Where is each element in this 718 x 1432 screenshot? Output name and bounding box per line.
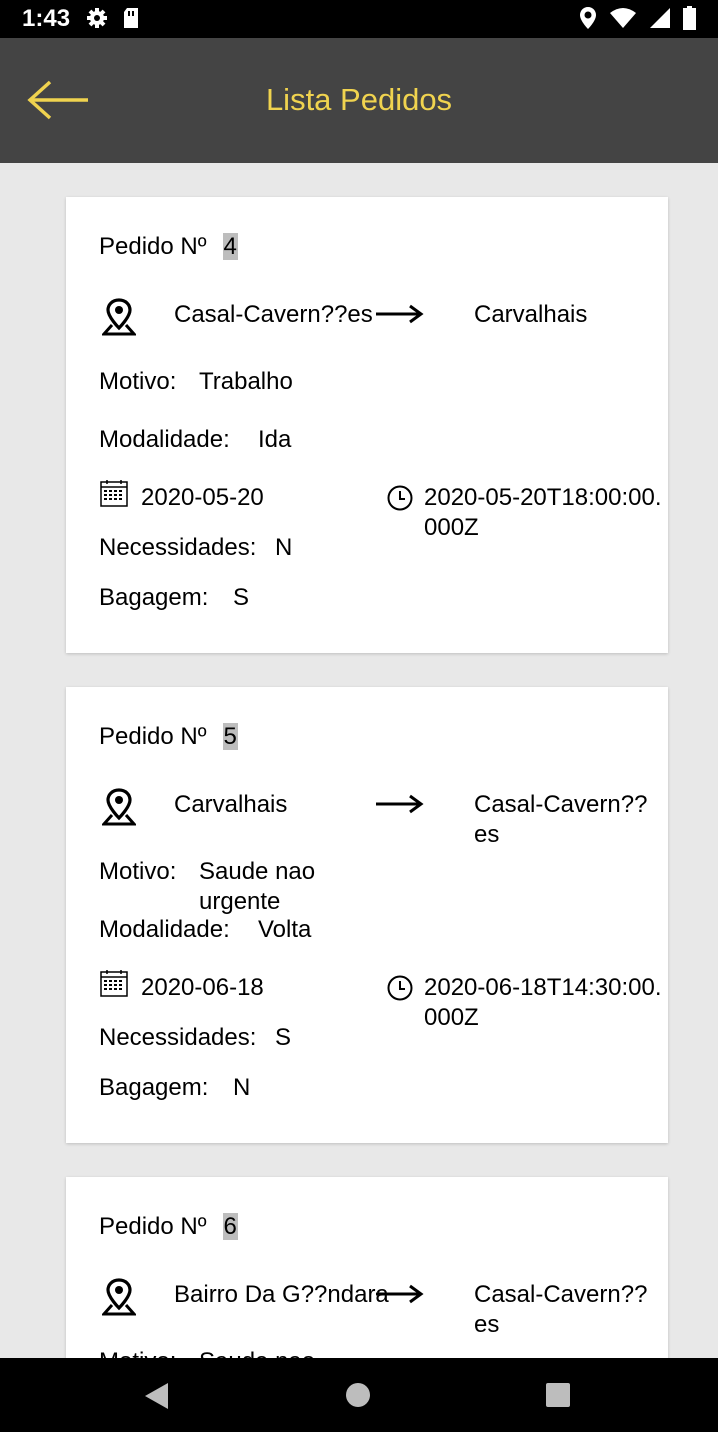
motivo-label: Motivo: (99, 858, 177, 885)
signal-icon (650, 8, 670, 28)
bagagem-value: S (233, 584, 250, 611)
clock-icon (387, 975, 413, 1001)
modalidade-label: Modalidade: (99, 916, 230, 943)
necessidades-label: Necessidades: (99, 534, 257, 561)
motivo-value: Trabalho (199, 368, 293, 395)
calendar-icon (100, 970, 128, 997)
origin-text: Bairro Da G??ndara (174, 1281, 389, 1308)
pedido-number: 4 (222, 233, 238, 260)
motivo-label: Motivo: (99, 1347, 176, 1358)
pedidos-list[interactable]: Pedido Nº 4 Casal-Cavern??es Carvalhais M… (0, 163, 718, 1358)
pedido-label: Pedido Nº (99, 233, 207, 260)
arrow-right-icon (376, 794, 424, 814)
clock-icon (387, 485, 413, 511)
pedido-number: 6 (222, 1213, 238, 1240)
status-time: 1:43 (22, 5, 71, 32)
bagagem-label: Bagagem: (99, 1074, 209, 1101)
location-pin-icon (102, 298, 136, 336)
location-icon (580, 7, 596, 29)
motivo-label: Motivo: (99, 368, 177, 395)
bagagem-label: Bagagem: (99, 584, 209, 611)
destination-text: Casal-Cavern??es (474, 791, 648, 848)
sd-card-icon (124, 8, 138, 28)
status-bar: 1:43 (0, 0, 718, 38)
home-nav-button[interactable] (345, 1382, 371, 1408)
battery-icon (683, 6, 696, 30)
date-value: 2020-06-18 (141, 974, 264, 1001)
date-value: 2020-05-20 (141, 484, 264, 511)
destination-text: Casal-Cavern??es (474, 1281, 648, 1338)
bagagem-value: N (233, 1074, 251, 1101)
arrow-right-icon (376, 1284, 424, 1304)
pedido-card[interactable]: Pedido Nº 5 Carvalhais Casal-Cavern??es M… (66, 687, 668, 1143)
modalidade-label: Modalidade: (99, 426, 230, 453)
origin-text: Casal-Cavern??es (174, 301, 373, 328)
pedido-header: Pedido Nº 6 (99, 1212, 238, 1242)
motivo-value: Saude nao urgente (199, 858, 316, 915)
modalidade-value: Ida (258, 426, 292, 453)
necessidades-label: Necessidades: (99, 1024, 257, 1051)
back-nav-button[interactable] (144, 1382, 170, 1410)
time-value: 2020-05-20T18:00:00.000Z (424, 484, 662, 541)
pedido-label: Pedido Nº (99, 723, 207, 750)
location-pin-icon (102, 1278, 136, 1316)
necessidades-value: S (275, 1024, 292, 1051)
page-title: Lista Pedidos (265, 82, 453, 117)
pedido-card[interactable]: Pedido Nº 6 Bairro Da G??ndara Casal-Cave… (66, 1177, 668, 1358)
wifi-icon (610, 8, 636, 28)
calendar-icon (100, 480, 128, 507)
location-pin-icon (102, 788, 136, 826)
app-bar: Lista Pedidos (0, 38, 718, 163)
pedido-header: Pedido Nº 4 (99, 232, 238, 262)
recents-nav-button[interactable] (545, 1382, 571, 1408)
origin-text: Carvalhais (174, 791, 288, 818)
arrow-right-icon (376, 304, 424, 324)
motivo-value: Saude nao (199, 1347, 334, 1358)
time-value: 2020-06-18T14:30:00.000Z (424, 974, 662, 1031)
pedido-label: Pedido Nº (99, 1213, 207, 1240)
destination-text: Carvalhais (474, 301, 588, 328)
navigation-bar (0, 1358, 718, 1432)
necessidades-value: N (275, 534, 293, 561)
pedido-number: 5 (222, 723, 238, 750)
pedido-header: Pedido Nº 5 (99, 722, 238, 752)
settings-icon (87, 8, 107, 28)
pedido-card[interactable]: Pedido Nº 4 Casal-Cavern??es Carvalhais M… (66, 197, 668, 653)
modalidade-value: Volta (258, 916, 312, 943)
